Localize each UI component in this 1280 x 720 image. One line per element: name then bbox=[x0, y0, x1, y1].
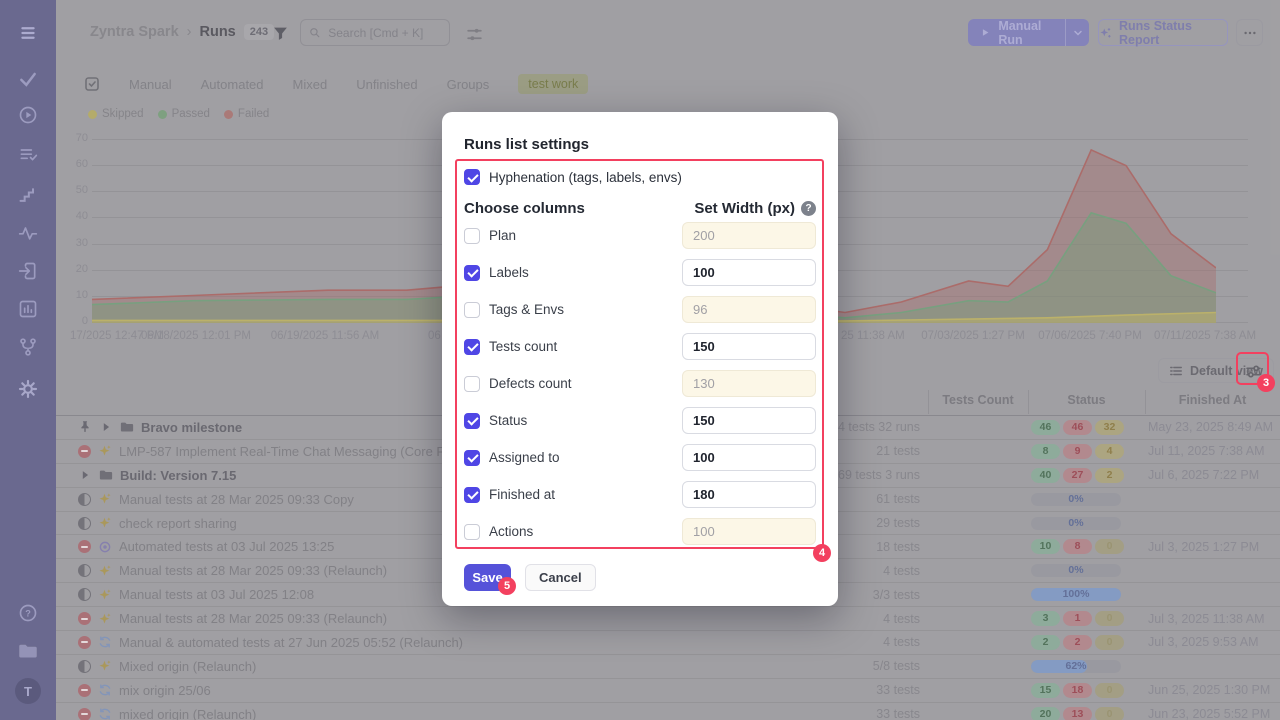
annotation-step-3: 3 bbox=[1257, 374, 1275, 392]
modal-title: Runs list settings bbox=[464, 112, 816, 153]
app-screen: ? T Zyntra Spark › Runs 243 Manual Run R… bbox=[0, 0, 1280, 720]
annotation-box-columns bbox=[455, 159, 824, 549]
annotation-step-4: 4 bbox=[813, 544, 831, 562]
cancel-button[interactable]: Cancel bbox=[525, 564, 596, 591]
modal-buttons: Save Cancel bbox=[464, 564, 816, 591]
annotation-step-5: 5 bbox=[498, 577, 516, 595]
